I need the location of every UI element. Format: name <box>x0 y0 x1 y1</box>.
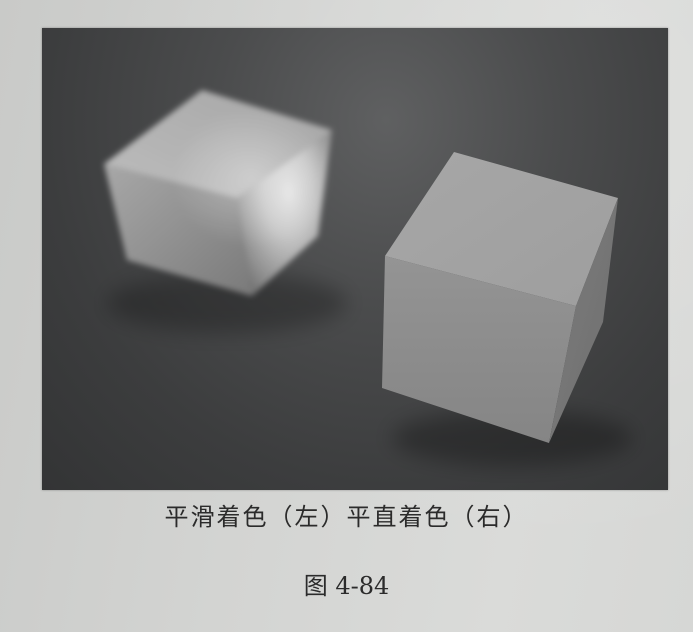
figure-number: 图 4-84 <box>303 572 390 600</box>
rendered-figure <box>42 28 668 490</box>
flat-shaded-cube <box>382 152 618 443</box>
render-canvas <box>104 90 632 466</box>
smooth-shaded-cube <box>104 90 332 296</box>
figure-caption: 平滑着色（左）平直着色（右） <box>164 503 529 531</box>
